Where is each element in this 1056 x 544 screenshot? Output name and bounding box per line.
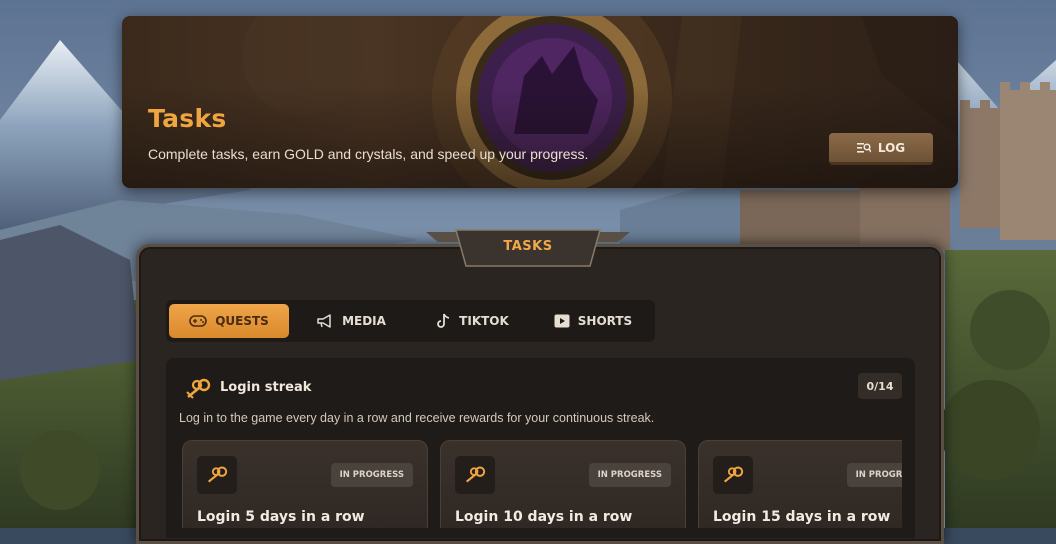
page-subtitle: Complete tasks, earn GOLD and crystals, …: [148, 146, 589, 162]
play-icon: [554, 314, 570, 328]
panel-header: TASKS: [426, 226, 630, 268]
tab-tiktok-label: TIKTOK: [459, 314, 509, 328]
quest-title: Login 5 days in a row: [197, 509, 365, 525]
category-tabs: QUESTS MEDIA TIKTOK SHORTS: [166, 300, 655, 342]
quest-card[interactable]: IN PROGRESS Login 15 days in a row: [698, 440, 902, 528]
log-icon: [856, 142, 871, 153]
section-progress-count: 0/14: [858, 373, 902, 399]
quest-title: Login 10 days in a row: [455, 509, 633, 525]
log-button-label: LOG: [877, 140, 906, 155]
quest-icon-frame: [455, 456, 495, 494]
quest-card[interactable]: IN PROGRESS Login 5 days in a row: [182, 440, 428, 528]
tab-quests-label: QUESTS: [215, 314, 269, 328]
tab-tiktok[interactable]: TIKTOK: [418, 304, 528, 338]
status-badge: IN PROGRESS: [588, 463, 671, 487]
status-badge: IN PROGRESS: [330, 463, 413, 487]
tasks-banner: Tasks Complete tasks, earn GOLD and crys…: [122, 16, 958, 188]
tab-media[interactable]: MEDIA: [296, 304, 406, 338]
status-badge: IN PROGRESS: [846, 463, 902, 487]
keys-icon: [186, 378, 211, 399]
tab-media-label: MEDIA: [342, 314, 386, 328]
tiktok-icon: [437, 313, 450, 328]
quest-icon-frame: [713, 456, 753, 494]
keys-icon: [207, 466, 228, 483]
gamepad-icon: [189, 315, 207, 327]
tab-shorts[interactable]: SHORTS: [538, 304, 648, 338]
tab-shorts-label: SHORTS: [577, 314, 633, 328]
panel-title: TASKS: [503, 239, 553, 254]
section-description: Log in to the game every day in a row an…: [179, 411, 655, 425]
quest-card[interactable]: IN PROGRESS Login 10 days in a row: [440, 440, 686, 528]
keys-icon: [723, 466, 744, 483]
megaphone-icon: [317, 314, 331, 328]
quest-title: Login 15 days in a row: [713, 509, 891, 525]
quest-icon-frame: [197, 456, 237, 494]
quest-card-list: IN PROGRESS Login 5 days in a row IN PRO…: [182, 440, 902, 528]
tab-quests[interactable]: QUESTS: [169, 304, 289, 338]
section-title: Login streak: [220, 380, 312, 395]
keys-icon: [465, 466, 486, 483]
log-button[interactable]: LOG: [829, 133, 933, 165]
page-title: Tasks: [148, 104, 227, 133]
